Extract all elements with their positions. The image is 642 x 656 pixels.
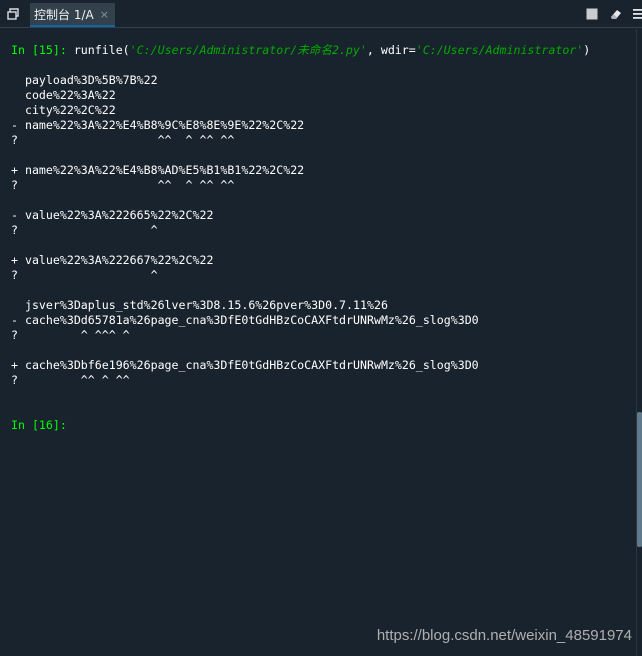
output-line: ? ^^ ^ ^^ ^^ [11, 178, 235, 192]
stop-icon[interactable] [585, 7, 599, 21]
console-output-area[interactable]: In [15]: runfile('C:/Users/Administrator… [0, 29, 636, 656]
input-prompt: In [15]: [11, 43, 67, 57]
scrollbar-thumb[interactable] [637, 412, 642, 547]
console-tab-label: 控制台 1/A [34, 7, 94, 22]
output-line: + cache%3Dbf6e196%26page_cna%3DfE0tGdHBz… [11, 358, 479, 372]
output-line: ? ^ ^^^ ^ [11, 328, 130, 342]
runfile-call: runfile( [66, 43, 130, 57]
output-line: + value%22%3A%222667%22%2C%22 [11, 253, 214, 267]
command-line: In [15]: runfile('C:/Users/Administrator… [11, 43, 590, 58]
wdir-arg: , wdir= [366, 43, 416, 57]
output-line: ? ^ [11, 268, 158, 282]
ipython-console-window: 控制台 1/A × In [15]: runfile('C:/Users/Adm… [0, 0, 642, 656]
output-line: - name%22%3A%22%E4%B8%9C%E8%8E%9E%22%2C%… [11, 118, 305, 132]
console-lines: In [15]: runfile('C:/Users/Administrator… [11, 43, 590, 433]
tab-menu-icon[interactable] [6, 7, 20, 21]
watermark-text: https://blog.csdn.net/weixin_48591974 [376, 627, 632, 644]
eraser-icon[interactable] [609, 7, 623, 21]
runfile-path: 'C:/Users/Administrator/未命名2.py' [129, 43, 367, 57]
output-line: code%22%3A%22 [11, 88, 116, 102]
close-paren: ) [583, 43, 591, 57]
output-line: - value%22%3A%222665%22%2C%22 [11, 208, 214, 222]
console-tab[interactable]: 控制台 1/A × [30, 3, 115, 27]
output-line: ? ^ [11, 223, 158, 237]
console-tabbar: 控制台 1/A × [0, 0, 642, 28]
output-line: ? ^^ ^ ^^ [11, 373, 130, 387]
output-line: + name%22%3A%22%E4%B8%AD%E5%B1%B1%22%2C%… [11, 163, 305, 177]
output-line: jsver%3Daplus_std%26lver%3D8.15.6%26pver… [11, 298, 388, 312]
output-line: ? ^^ ^ ^^ ^^ [11, 133, 235, 147]
options-icon[interactable] [631, 7, 642, 21]
diff-output: payload%3D%5B%7B%22 code%22%3A%22 city%2… [11, 58, 590, 418]
input-prompt: In [16]: [11, 418, 67, 432]
wdir-path: 'C:/Users/Administrator' [415, 43, 584, 57]
vertical-scrollbar[interactable] [636, 29, 642, 656]
output-line: payload%3D%5B%7B%22 [11, 73, 158, 87]
next-input-line: In [16]: [11, 418, 590, 433]
close-tab-icon[interactable]: × [100, 9, 109, 20]
output-line: city%22%2C%22 [11, 103, 116, 117]
output-line: - cache%3Dd65781a%26page_cna%3DfE0tGdHBz… [11, 313, 479, 327]
